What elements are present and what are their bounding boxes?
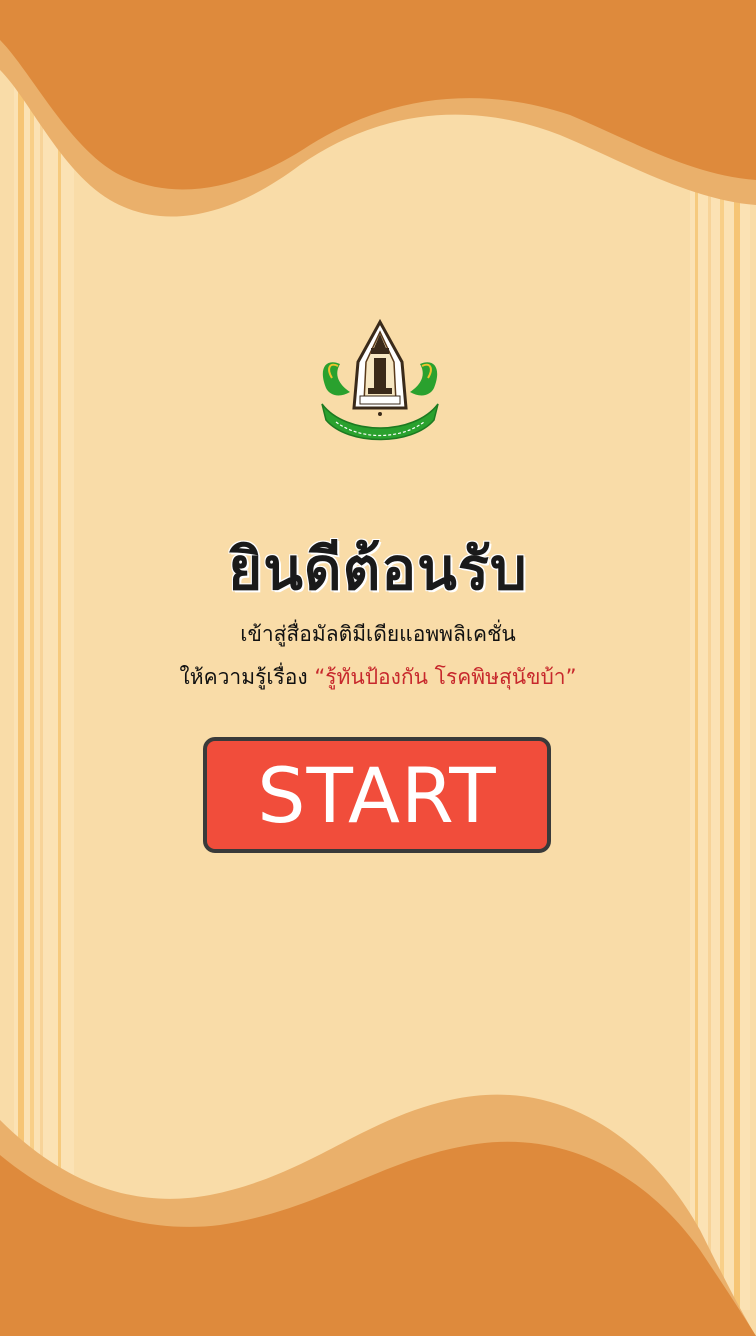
welcome-subtitle: เข้าสู่สื่อมัลติมีเดียแอพพลิเคชั่น [240,622,516,646]
faculty-logo [316,318,444,450]
topic-prefix: ให้ความรู้เรื่อง [179,665,315,689]
topic-line: ให้ความรู้เรื่อง “รู้ทันป้องกัน โรคพิษสุ… [0,661,756,694]
faculty-emblem-icon [321,318,439,441]
start-button[interactable]: START [203,737,551,853]
topic-highlight: “รู้ทันป้องกัน โรคพิษสุนัขบ้า” [314,665,577,689]
welcome-title: ยินดีต้อนรับ [228,535,528,603]
